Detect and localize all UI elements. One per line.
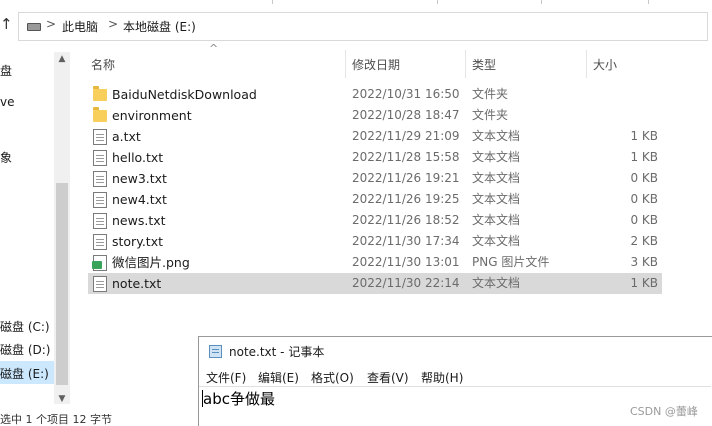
column-divider[interactable] [345,50,346,78]
file-size: 1 KB [630,129,658,143]
file-date: 2022/11/30 17:34 [352,234,460,248]
breadcrumb-drive-e[interactable]: 本地磁盘 (E:) [123,18,196,35]
file-row-selected[interactable]: note.txt 2022/11/30 22:14 文本文档 1 KB [88,273,662,294]
file-name: news.txt [112,213,166,228]
file-type: 文本文档 [472,129,521,143]
column-header-type[interactable]: 类型 [472,55,496,75]
up-arrow-icon[interactable]: ↑ [0,15,16,33]
column-header-size[interactable]: 大小 [593,55,617,75]
file-type: PNG 图片文件 [472,255,550,269]
menu-file[interactable]: 文件(F) [206,369,246,386]
file-size: 0 KB [630,213,658,227]
file-row[interactable]: new4.txt 2022/11/26 19:25 文本文档 0 KB [88,189,662,210]
file-date: 2022/11/26 19:21 [352,171,460,185]
file-name: hello.txt [112,150,164,165]
breadcrumb-separator: > [108,17,119,31]
file-date: 2022/11/29 21:09 [352,129,460,143]
file-name: environment [112,108,192,123]
file-type: 文本文档 [472,192,521,206]
text-file-icon [93,234,107,250]
file-name: new4.txt [112,192,167,207]
file-row[interactable]: hello.txt 2022/11/28 15:58 文本文档 1 KB [88,147,662,168]
nav-scrollbar-thumb[interactable] [56,183,68,385]
nav-item-partial-2[interactable]: ve [0,91,14,113]
file-type: 文本文档 [472,171,521,185]
file-row[interactable]: news.txt 2022/11/26 18:52 文本文档 0 KB [88,210,662,231]
file-row[interactable]: new3.txt 2022/11/26 19:21 文本文档 0 KB [88,168,662,189]
file-type: 文本文档 [472,276,521,290]
ribbon-edge [0,0,712,4]
file-type: 文本文档 [472,150,521,164]
file-type: 文本文档 [472,234,521,248]
file-row[interactable]: environment 2022/10/28 18:47 文件夹 [88,105,662,126]
file-size: 0 KB [630,171,658,185]
nav-item-drive-c[interactable]: 磁盘 (C:) [0,316,50,338]
menu-edit[interactable]: 编辑(E) [258,369,299,386]
file-row[interactable]: BaiduNetdiskDownload 2022/10/31 16:50 文件… [88,84,662,105]
file-name: a.txt [112,129,141,144]
file-row[interactable]: a.txt 2022/11/29 21:09 文本文档 1 KB [88,126,662,147]
text-file-icon [93,192,107,208]
scroll-up-icon[interactable]: ▲ [54,52,70,66]
file-type: 文件夹 [472,87,509,101]
address-bar[interactable]: > 此电脑 > 本地磁盘 (E:) [18,12,708,41]
file-type: 文本文档 [472,213,521,227]
text-file-icon [93,150,107,166]
file-date: 2022/11/28 15:58 [352,150,460,164]
file-date: 2022/10/31 16:50 [352,87,460,101]
menu-divider [199,386,711,387]
file-list: BaiduNetdiskDownload 2022/10/31 16:50 文件… [88,84,664,296]
nav-item-drive-e[interactable]: 磁盘 (E:) [0,363,49,385]
menu-help[interactable]: 帮助(H) [421,369,463,386]
notepad-menu-bar: 文件(F) 编辑(E) 格式(O) 查看(V) 帮助(H) [199,367,711,387]
notepad-icon [209,345,222,358]
column-header-date[interactable]: 修改日期 [352,55,400,75]
nav-item-partial-3[interactable]: 象 [0,147,12,169]
file-name: note.txt [112,276,162,291]
status-bar: 选中 1 个项目 12 字节 [0,413,112,426]
folder-icon [93,107,107,122]
notepad-title: note.txt - 记事本 [229,345,325,359]
file-date: 2022/11/26 19:25 [352,192,460,206]
drive-icon [27,23,41,31]
scroll-down-icon[interactable]: ▼ [54,392,70,406]
file-row[interactable]: 微信图片.png 2022/11/30 13:01 PNG 图片文件 3 KB [88,252,662,273]
folder-icon [93,86,107,101]
nav-item-partial-1[interactable]: 盘 [0,60,12,82]
text-file-icon [93,276,107,292]
file-size: 0 KB [630,192,658,206]
file-date: 2022/10/28 18:47 [352,108,460,122]
sort-caret-icon: ^ [209,42,219,55]
file-date: 2022/11/30 13:01 [352,255,460,269]
file-type: 文件夹 [472,108,509,122]
column-header-name[interactable]: 名称 [91,55,115,75]
watermark: CSDN @蕾峰 [630,405,698,418]
file-name: 微信图片.png [112,255,190,270]
nav-item-drive-d[interactable]: 磁盘 (D:) [0,339,50,361]
menu-view[interactable]: 查看(V) [367,369,409,386]
file-row[interactable]: story.txt 2022/11/30 17:34 文本文档 2 KB [88,231,662,252]
breadcrumb-separator: > [46,17,57,31]
file-name: BaiduNetdiskDownload [112,87,257,102]
file-date: 2022/11/30 22:14 [352,276,460,290]
file-size: 3 KB [630,255,658,269]
file-size: 1 KB [630,150,658,164]
text-file-icon [93,213,107,229]
file-name: story.txt [112,234,163,249]
column-divider[interactable] [465,50,466,78]
column-divider[interactable] [586,50,587,78]
text-file-icon [93,129,107,145]
breadcrumb-this-pc[interactable]: 此电脑 [62,18,98,35]
png-file-icon [92,255,107,271]
notepad-text-area[interactable]: abc争做最 [203,388,275,409]
file-size: 1 KB [630,276,658,290]
file-name: new3.txt [112,171,167,186]
file-size: 2 KB [630,234,658,248]
file-date: 2022/11/26 18:52 [352,213,460,227]
text-file-icon [93,171,107,187]
menu-format[interactable]: 格式(O) [311,369,354,386]
